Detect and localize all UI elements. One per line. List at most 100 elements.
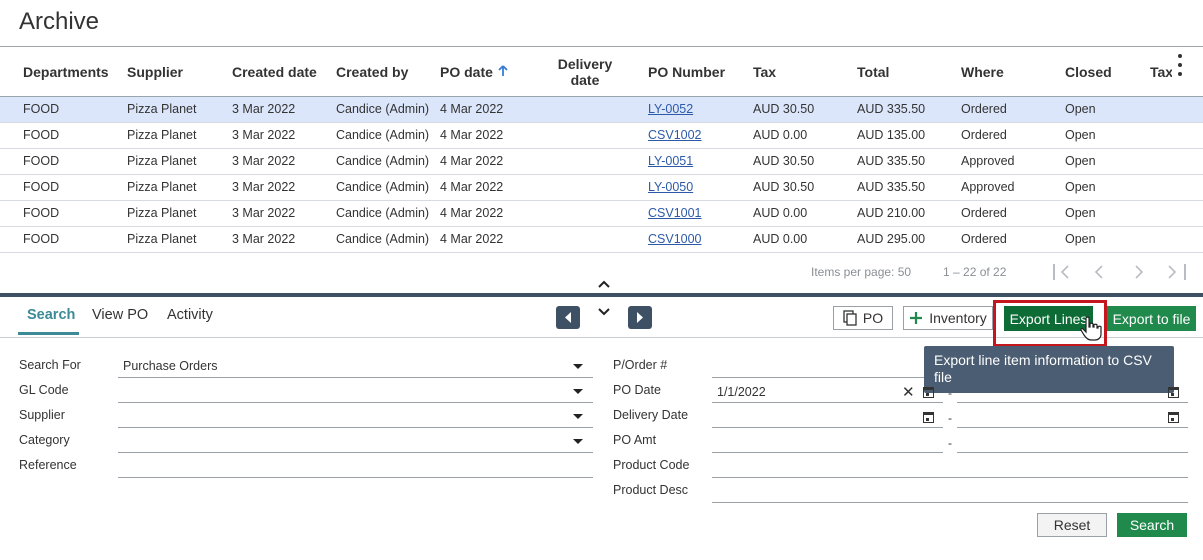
cell-where: Ordered: [961, 206, 1007, 220]
items-per-page-value[interactable]: 50: [898, 265, 911, 279]
table-row[interactable]: FOOD Pizza Planet 3 Mar 2022 Candice (Admin…: [0, 123, 1203, 149]
calendar-icon[interactable]: [923, 387, 934, 398]
gl-code-select[interactable]: [118, 402, 593, 403]
table-row[interactable]: FOOD Pizza Planet 3 Mar 2022 Candice (Admin…: [0, 201, 1203, 227]
delivery-date-to-input[interactable]: [957, 427, 1188, 428]
tab-view-po[interactable]: View PO: [92, 307, 148, 323]
cell-total: AUD 135.00: [857, 128, 926, 142]
first-page-icon[interactable]: [1053, 262, 1075, 284]
cell-total: AUD 335.50: [857, 154, 926, 168]
col-header-total[interactable]: Total: [857, 47, 889, 97]
po-number-link[interactable]: LY-0052: [648, 97, 693, 122]
col-header-po-number[interactable]: PO Number: [648, 47, 725, 97]
cell-created-by: Candice (Admin): [336, 154, 430, 168]
po-amt-to-input[interactable]: [957, 452, 1188, 453]
cell-where: Ordered: [961, 232, 1007, 246]
porder-label: P/Order #: [613, 358, 668, 372]
caret-left-icon: [565, 312, 571, 323]
cell-where: Approved: [961, 154, 1015, 168]
calendar-icon[interactable]: [1168, 387, 1179, 398]
inventory-button[interactable]: Inventory: [903, 306, 993, 330]
cell-where: Ordered: [961, 102, 1007, 116]
col-header-tax-2[interactable]: Tax: [1150, 47, 1172, 97]
po-number-link[interactable]: CSV1000: [648, 227, 702, 252]
cell-created-date: 3 Mar 2022: [232, 128, 296, 142]
po-number-link[interactable]: LY-0050: [648, 175, 693, 200]
cell-closed: Open: [1065, 102, 1096, 116]
po-amt-from-input[interactable]: [712, 452, 943, 453]
cell-created-by: Candice (Admin): [336, 102, 430, 116]
tab-activity[interactable]: Activity: [167, 307, 213, 323]
col-header-tax[interactable]: Tax: [753, 47, 776, 97]
col-header-closed[interactable]: Closed: [1065, 47, 1112, 97]
gl-code-label: GL Code: [19, 383, 69, 397]
clear-icon[interactable]: ✕: [902, 385, 915, 400]
cell-po-date: 4 Mar 2022: [440, 128, 504, 142]
po-date-to-input[interactable]: [957, 402, 1188, 403]
last-page-icon[interactable]: [1162, 262, 1184, 284]
prev-record-button[interactable]: [556, 306, 580, 329]
table-row[interactable]: FOOD Pizza Planet 3 Mar 2022 Candice (Admin…: [0, 97, 1203, 123]
col-header-departments[interactable]: Departments: [23, 47, 109, 97]
cell-where: Approved: [961, 180, 1015, 194]
calendar-icon[interactable]: [923, 412, 934, 423]
category-select[interactable]: [118, 452, 593, 453]
pane-splitter[interactable]: [0, 293, 1203, 297]
cell-department: FOOD: [23, 128, 60, 142]
col-header-po-date-label: PO date: [440, 64, 493, 80]
cell-created-by: Candice (Admin): [336, 128, 430, 142]
inventory-button-label: Inventory: [929, 310, 987, 326]
chevron-up-icon[interactable]: [597, 276, 611, 290]
col-header-delivery-date[interactable]: Delivery date: [552, 47, 618, 97]
next-record-button[interactable]: [628, 306, 652, 329]
cell-department: FOOD: [23, 206, 60, 220]
product-code-input[interactable]: [712, 477, 1188, 478]
po-amt-label: PO Amt: [613, 433, 657, 447]
col-header-created-by[interactable]: Created by: [336, 47, 408, 97]
cell-created-date: 3 Mar 2022: [232, 154, 296, 168]
po-number-link[interactable]: LY-0051: [648, 149, 693, 174]
chevron-down-icon[interactable]: [573, 364, 583, 369]
cell-total: AUD 295.00: [857, 232, 926, 246]
chevron-down-icon[interactable]: [573, 439, 583, 444]
table-row[interactable]: FOOD Pizza Planet 3 Mar 2022 Candice (Admin…: [0, 175, 1203, 201]
prev-page-icon[interactable]: [1088, 262, 1110, 284]
cell-closed: Open: [1065, 154, 1096, 168]
porder-input[interactable]: [712, 377, 924, 378]
search-for-select[interactable]: Purchase Orders: [123, 359, 217, 373]
table-row[interactable]: FOOD Pizza Planet 3 Mar 2022 Candice (Admin…: [0, 149, 1203, 175]
next-page-icon[interactable]: [1128, 262, 1150, 284]
search-button[interactable]: Search: [1117, 513, 1187, 537]
po-button-label: PO: [862, 310, 884, 326]
chevron-down-icon[interactable]: [573, 389, 583, 394]
cell-department: FOOD: [23, 180, 60, 194]
chevron-down-icon[interactable]: [597, 304, 611, 318]
supplier-select[interactable]: [118, 427, 593, 428]
po-number-link[interactable]: CSV1002: [648, 123, 702, 148]
col-header-supplier[interactable]: Supplier: [127, 47, 183, 97]
cell-tax: AUD 0.00: [753, 128, 808, 142]
items-per-page: Items per page: 50: [811, 265, 911, 279]
more-vert-icon[interactable]: [1174, 54, 1186, 76]
product-desc-input[interactable]: [712, 502, 1188, 503]
col-header-where[interactable]: Where: [961, 47, 1004, 97]
delivery-date-label: Delivery Date: [613, 408, 689, 422]
po-copy-button[interactable]: PO: [833, 306, 893, 330]
delivery-date-from-input[interactable]: [712, 427, 943, 428]
calendar-icon[interactable]: [1168, 412, 1179, 423]
po-date-from-input[interactable]: 1/1/2022: [717, 385, 766, 399]
reference-input[interactable]: [118, 477, 593, 478]
plus-icon: [910, 312, 923, 324]
reset-button[interactable]: Reset: [1037, 513, 1107, 537]
col-header-created-date[interactable]: Created date: [232, 47, 317, 97]
cell-tax: AUD 30.50: [753, 180, 815, 194]
table-row[interactable]: FOOD Pizza Planet 3 Mar 2022 Candice (Admin…: [0, 227, 1203, 253]
export-to-file-button[interactable]: Export to file: [1107, 306, 1196, 331]
cell-created-date: 3 Mar 2022: [232, 232, 296, 246]
col-header-po-date[interactable]: PO date: [440, 47, 508, 97]
po-number-link[interactable]: CSV1001: [648, 201, 702, 226]
chevron-down-icon[interactable]: [573, 414, 583, 419]
tab-search[interactable]: Search: [27, 307, 75, 323]
items-per-page-label: Items per page:: [811, 265, 895, 279]
product-desc-label: Product Desc: [613, 483, 689, 497]
